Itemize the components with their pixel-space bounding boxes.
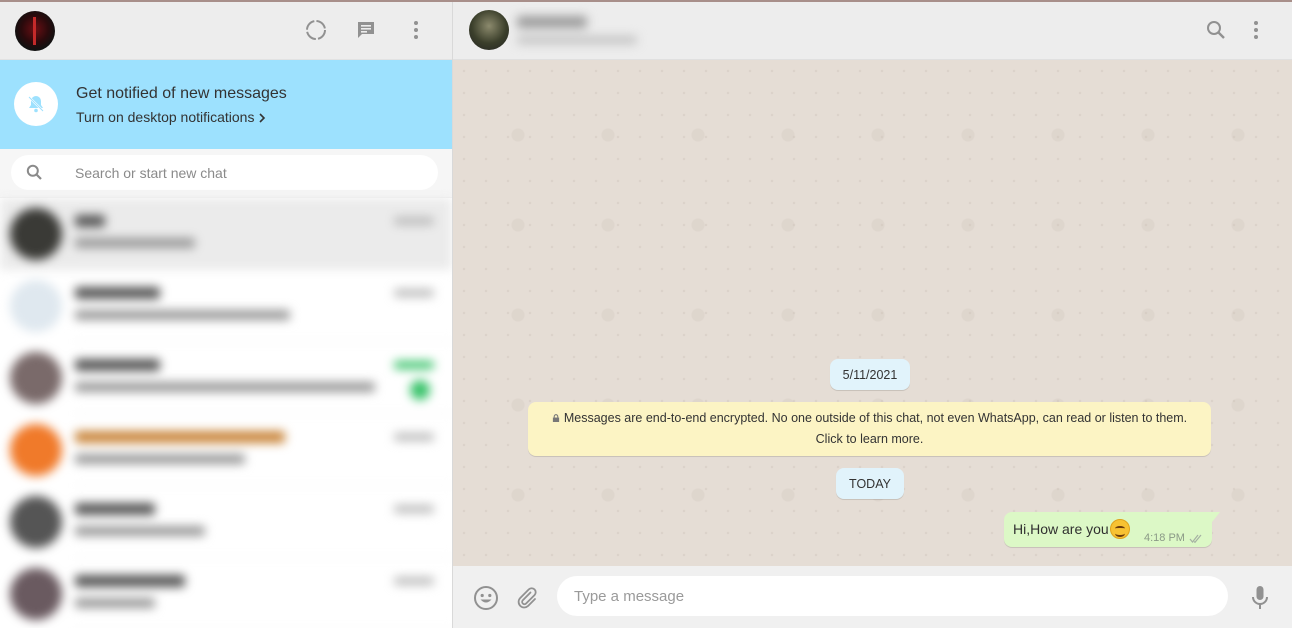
new-chat-icon[interactable]: [354, 18, 378, 42]
date-divider: 5/11/2021: [830, 359, 910, 390]
search-bar: [0, 149, 452, 198]
message-composer: [453, 566, 1292, 628]
chat-list-item[interactable]: [0, 270, 452, 342]
menu-icon[interactable]: [1244, 18, 1268, 42]
encryption-notice-text: Messages are end-to-end encrypted. No on…: [563, 411, 1188, 425]
chat-list-item[interactable]: [0, 558, 452, 628]
sidebar-header: [0, 2, 452, 60]
enable-notifications-label: Turn on desktop notifications: [76, 109, 255, 125]
read-ticks-icon: [1189, 531, 1202, 549]
message-time: 4:18 PM: [1144, 532, 1185, 544]
contact-name-redacted[interactable]: [517, 14, 647, 50]
search-icon[interactable]: [1204, 18, 1228, 42]
conversation-panel: 5/11/2021 Messages are end-to-end encryp…: [453, 2, 1292, 628]
emoji-icon[interactable]: [472, 584, 500, 612]
status-icon[interactable]: [304, 18, 328, 42]
message-area: 5/11/2021 Messages are end-to-end encryp…: [453, 60, 1292, 566]
bell-off-icon: [14, 82, 58, 126]
contact-avatar[interactable]: [469, 10, 509, 50]
today-divider: TODAY: [836, 468, 904, 499]
chat-list-item[interactable]: [0, 198, 452, 270]
enable-notifications-link[interactable]: Turn on desktop notifications: [76, 109, 266, 125]
lock-icon: [552, 414, 559, 422]
chevron-right-icon: [259, 113, 266, 123]
menu-icon[interactable]: [404, 18, 428, 42]
chat-list-item[interactable]: [0, 414, 452, 486]
sidebar: Get notified of new messages Turn on des…: [0, 2, 453, 628]
microphone-icon[interactable]: [1246, 584, 1274, 612]
search-icon[interactable]: [26, 164, 43, 186]
profile-avatar[interactable]: [15, 11, 55, 51]
outgoing-message[interactable]: Hi,How are you 4:18 PM: [1004, 512, 1220, 549]
chat-list: [0, 198, 452, 628]
message-input[interactable]: [557, 576, 1228, 616]
conversation-header: [453, 2, 1292, 60]
notification-banner[interactable]: Get notified of new messages Turn on des…: [0, 60, 452, 149]
notification-title: Get notified of new messages: [76, 85, 287, 102]
chat-list-item[interactable]: [0, 342, 452, 414]
smiling-face-emoji-icon: [1110, 519, 1130, 539]
encryption-learn-more: Click to learn more.: [815, 432, 924, 446]
attach-icon[interactable]: [513, 584, 541, 612]
search-box: [11, 155, 438, 190]
message-text: Hi,How are you: [1013, 521, 1109, 537]
chat-list-item[interactable]: [0, 486, 452, 558]
encryption-notice[interactable]: Messages are end-to-end encrypted. No on…: [528, 402, 1211, 456]
search-input[interactable]: [75, 155, 415, 190]
